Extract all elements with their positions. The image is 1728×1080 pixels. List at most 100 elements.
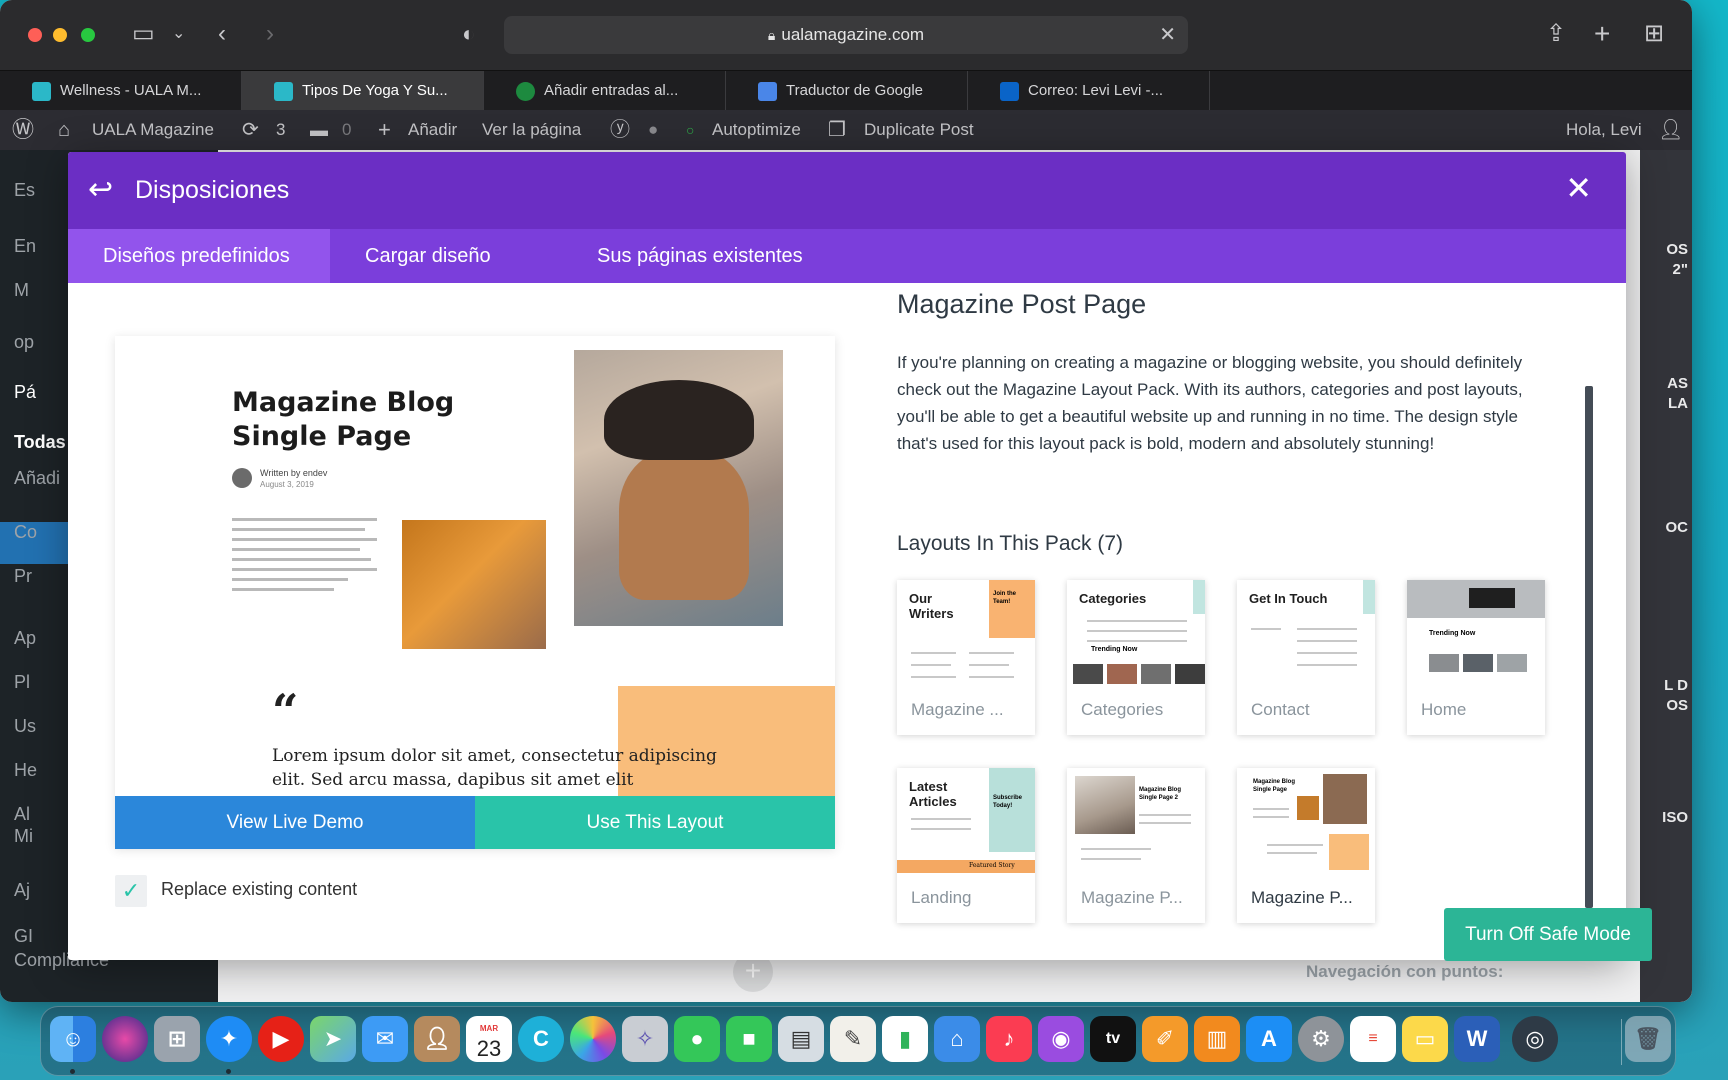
turn-off-safe-mode-button[interactable]: Turn Off Safe Mode	[1444, 908, 1652, 961]
replace-content-checkbox[interactable]: ✓	[115, 875, 147, 907]
system-preferences-icon[interactable]: ⚙	[1298, 1016, 1344, 1062]
tab-label: Traductor de Google	[786, 82, 924, 99]
browser-tab-mail[interactable]: Correo: Levi Levi -...	[968, 71, 1210, 111]
sidebar-item-paginas[interactable]: Pá	[14, 382, 36, 403]
layout-thumb-magazine-post[interactable]: Magazine Blog Single Page Magazine P...	[1237, 768, 1375, 923]
trash-icon[interactable]: 🗑︎	[1625, 1016, 1671, 1062]
sidebar-sub-todas[interactable]: Todas	[14, 432, 66, 453]
layout-thumb-landing[interactable]: Latest Articles Subscribe Today! Feature…	[897, 768, 1035, 923]
edge-label: OC	[1665, 519, 1689, 536]
notes-icon[interactable]: ▭	[1402, 1016, 1448, 1062]
reminders-icon[interactable]: ≡	[1350, 1016, 1396, 1062]
browser-tab-entradas[interactable]: Añadir entradas al...	[484, 71, 726, 111]
tab-load-layout[interactable]: Cargar diseño	[330, 229, 526, 283]
view-live-demo-button[interactable]: View Live Demo	[115, 796, 475, 849]
textedit-icon[interactable]: ✎	[830, 1016, 876, 1062]
browser-tab-translate[interactable]: Traductor de Google	[726, 71, 968, 111]
layout-thumb-writers[interactable]: Our Writers Join the Team! Magazine ...	[897, 580, 1035, 735]
preview-icon[interactable]: ▤	[778, 1016, 824, 1062]
sidebar-item-apariencia[interactable]: Ap	[14, 628, 36, 649]
calendar-icon[interactable]: MAR 23	[466, 1016, 512, 1062]
autoptimize-link[interactable]: Autoptimize	[712, 110, 801, 150]
back-arrow-icon[interactable]: ↩	[88, 172, 113, 208]
sidebar-item-medios[interactable]: M	[14, 280, 29, 301]
siri-icon[interactable]	[102, 1016, 148, 1062]
share-icon[interactable]: ⇪	[1546, 20, 1566, 48]
contacts-icon[interactable]: 👤︎	[414, 1016, 460, 1062]
modal-scrollbar[interactable]	[1585, 386, 1593, 908]
updates-icon[interactable]: ⟳	[242, 110, 259, 150]
wordpress-logo-icon[interactable]: Ⓦ	[12, 110, 34, 150]
mail-icon[interactable]: ✉	[362, 1016, 408, 1062]
finder-icon[interactable]: ☺	[50, 1016, 96, 1062]
sidebar-toggle-icon[interactable]: ▭	[132, 20, 155, 48]
back-icon[interactable]: ‹	[218, 20, 226, 48]
apple-tv-icon[interactable]: tv	[1090, 1016, 1136, 1062]
layout-thumb-categories[interactable]: Categories Trending Now Categories	[1067, 580, 1205, 735]
forward-icon[interactable]: ›	[266, 20, 274, 48]
word-icon[interactable]: W	[1454, 1016, 1500, 1062]
browser-tab-yoga[interactable]: Tipos De Yoga Y Su...	[242, 71, 484, 111]
view-page-link[interactable]: Ver la página	[482, 110, 581, 150]
facetime-icon[interactable]: ■	[726, 1016, 772, 1062]
sidebar-item-plugins[interactable]: Pl	[14, 672, 30, 693]
sidebar-item-migration[interactable]: Mi	[14, 826, 33, 847]
music-icon[interactable]: ♪	[986, 1016, 1032, 1062]
sidebar-item-escritorio[interactable]: Es	[14, 180, 35, 201]
user-avatar-icon[interactable]: 👤︎	[1658, 110, 1683, 150]
sidebar-item-herramientas[interactable]: He	[14, 760, 37, 781]
modal-title: Disposiciones	[135, 176, 290, 204]
tab-existing-pages[interactable]: Sus páginas existentes	[562, 229, 838, 283]
site-name-link[interactable]: UALA Magazine	[92, 110, 214, 150]
sidebar-item-proyectos[interactable]: Pr	[14, 566, 32, 587]
sidebar-item-entradas[interactable]: En	[14, 236, 36, 257]
safari-icon[interactable]: ✦	[206, 1016, 252, 1062]
dot-navigation-label: Navegación con puntos:	[1306, 962, 1504, 981]
chevron-down-icon[interactable]: ⌄	[172, 20, 185, 48]
sidebar-item-op[interactable]: op	[14, 332, 34, 353]
user-greeting[interactable]: Hola, Levi	[1566, 110, 1642, 150]
numbers-icon[interactable]: ▮	[882, 1016, 928, 1062]
maps-icon[interactable]: ➤	[310, 1016, 356, 1062]
podcasts-icon[interactable]: ◉	[1038, 1016, 1084, 1062]
quicktime-icon[interactable]: ◎	[1512, 1016, 1558, 1062]
zoom-window-button[interactable]	[81, 28, 95, 42]
sidebar-item-all-in-one[interactable]: Al	[14, 804, 30, 825]
privacy-shield-icon[interactable]: ◐	[462, 20, 475, 48]
pages-icon[interactable]: ✐	[1142, 1016, 1188, 1062]
youtube-icon[interactable]: ▶	[258, 1016, 304, 1062]
close-window-button[interactable]	[28, 28, 42, 42]
compass-icon[interactable]: ✧	[622, 1016, 668, 1062]
clear-url-icon[interactable]: ✕	[1159, 16, 1176, 54]
close-icon[interactable]: ✕	[1565, 170, 1592, 206]
address-bar[interactable]: 🔒︎ ualamagazine.com ✕	[504, 16, 1188, 54]
thumb-preview: Latest Articles Subscribe Today! Feature…	[897, 768, 1035, 873]
tab-predefined-layouts[interactable]: Diseños predefinidos	[68, 229, 330, 283]
browser-tab-wellness[interactable]: Wellness - UALA M...	[0, 71, 242, 111]
minimize-window-button[interactable]	[53, 28, 67, 42]
yoast-icon[interactable]: ⓨ	[610, 110, 630, 150]
photos-icon[interactable]	[570, 1016, 616, 1062]
google-translate-icon	[758, 82, 777, 101]
comments-icon[interactable]: ▬	[310, 110, 328, 150]
sidebar-item-comentarios[interactable]: Co	[14, 522, 37, 543]
new-tab-icon[interactable]: +	[1594, 20, 1610, 48]
sidebar-item-usuarios[interactable]: Us	[14, 716, 36, 737]
tab-overview-icon[interactable]: ⊞	[1644, 20, 1664, 48]
app-store-icon[interactable]: A	[1246, 1016, 1292, 1062]
sidebar-item-gdpr[interactable]: GI	[14, 926, 33, 947]
use-this-layout-button[interactable]: Use This Layout	[475, 796, 835, 849]
add-new-link[interactable]: Añadir	[408, 110, 457, 150]
layout-thumb-home[interactable]: Trending Now Home	[1407, 580, 1545, 735]
launchpad-icon[interactable]: ⊞	[154, 1016, 200, 1062]
sidebar-item-ajustes[interactable]: Aj	[14, 880, 30, 901]
sidebar-sub-anadir[interactable]: Añadi	[14, 468, 60, 489]
keynote-icon[interactable]: ⌂	[934, 1016, 980, 1062]
messages-icon[interactable]: ●	[674, 1016, 720, 1062]
canva-icon[interactable]: C	[518, 1016, 564, 1062]
books-icon[interactable]: ▥	[1194, 1016, 1240, 1062]
pack-layouts-heading: Layouts In This Pack (7)	[897, 532, 1124, 555]
layout-thumb-magazine-post-2[interactable]: Magazine Blog Single Page 2 Magazine P..…	[1067, 768, 1205, 923]
layout-thumb-contact[interactable]: Get In Touch Contact	[1237, 580, 1375, 735]
duplicate-post-link[interactable]: Duplicate Post	[864, 110, 974, 150]
